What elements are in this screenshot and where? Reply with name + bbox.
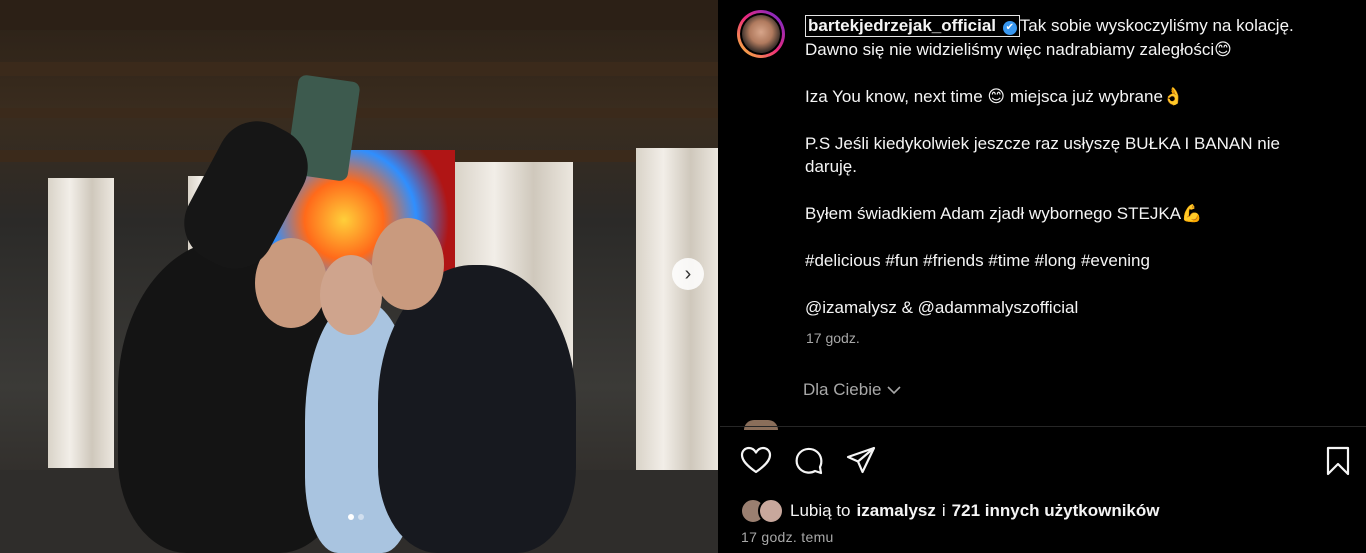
share-button[interactable]: [845, 445, 877, 477]
username-text[interactable]: bartekjedrzejak_official: [808, 16, 996, 35]
ceiling-beam: [0, 108, 718, 118]
carousel-indicator: [348, 514, 364, 520]
actions-divider: [720, 426, 1366, 427]
for-you-label: Dla Ciebie: [803, 380, 882, 399]
liker-username[interactable]: izamalysz: [857, 501, 936, 521]
likes-summary[interactable]: Lubią to izamalysz i 721 innych użytkown…: [740, 498, 1160, 524]
post-photo[interactable]: ›: [0, 0, 718, 553]
caption-gap: [805, 226, 1345, 250]
post-caption: bartekjedrzejak_official ✔ Tak sobie wys…: [805, 14, 1345, 320]
caption-gap: [805, 179, 1345, 203]
avatar: [758, 498, 784, 524]
carousel-dot: [358, 514, 364, 520]
curtain: [48, 178, 114, 468]
face: [372, 218, 444, 310]
post-actions: [740, 445, 1352, 477]
author-avatar[interactable]: [737, 10, 785, 58]
caption-gap: [805, 273, 1345, 297]
caption-time: 17 godz.: [806, 330, 860, 346]
save-button[interactable]: [1322, 445, 1354, 477]
chevron-right-icon: ›: [684, 262, 692, 285]
caption-line: Tak sobie wyskoczyliśmy na kolację.: [1019, 16, 1294, 35]
hashtags[interactable]: #delicious #fun #friends #time #long #ev…: [805, 249, 1345, 273]
liker-avatars: [740, 498, 784, 524]
heart-icon: [740, 446, 772, 474]
next-slide-button[interactable]: ›: [672, 258, 704, 290]
author-username[interactable]: bartekjedrzejak_official ✔: [805, 15, 1020, 37]
like-button[interactable]: [740, 445, 772, 477]
caption-gap: [805, 108, 1345, 132]
avatar-image: [742, 15, 780, 53]
carousel-dot-active: [348, 514, 354, 520]
likes-prefix: Lubią to: [790, 501, 851, 520]
likes-count[interactable]: 721 innych użytkowników: [952, 501, 1160, 521]
comment-button[interactable]: [793, 445, 825, 477]
verified-badge-icon: ✔: [1002, 21, 1017, 35]
mentions[interactable]: @izamalysz & @adammalyszofficial: [805, 296, 1345, 320]
caption-line: P.S Jeśli kiedykolwiek jeszcze raz usłys…: [805, 133, 1280, 153]
caption-line: Iza You know, next time 😊 miejsca już wy…: [805, 86, 1185, 106]
caption-line: daruję.: [805, 157, 857, 176]
curtain: [636, 148, 718, 488]
caption-gap: [805, 61, 1345, 85]
bookmark-icon: [1326, 446, 1350, 476]
post-timestamp: 17 godz. temu: [741, 529, 834, 545]
caption-line: Dawno się nie widzieliśmy więc nadrabiam…: [805, 39, 1232, 59]
ceiling-beam: [0, 62, 718, 76]
likes-middle: i: [941, 501, 946, 520]
ceiling: [0, 0, 718, 30]
share-icon: [846, 446, 876, 474]
caption-line: Byłem świadkiem Adam zjadł wybornego STE…: [805, 204, 1203, 223]
comment-avatar[interactable]: [744, 420, 778, 430]
chevron-down-icon: [887, 382, 902, 398]
avatar-ring: [740, 13, 782, 55]
for-you-dropdown[interactable]: Dla Ciebie: [803, 380, 902, 400]
comment-icon: [795, 447, 823, 475]
